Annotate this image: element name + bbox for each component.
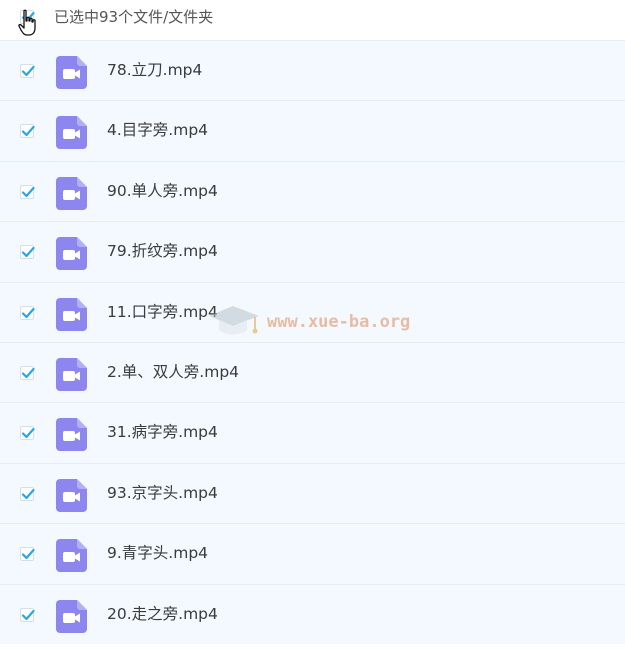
file-row[interactable]: 78.立刀.mp4 (0, 40, 625, 101)
file-row[interactable]: 9.青字头.mp4 (0, 523, 625, 584)
file-checkbox[interactable] (20, 64, 35, 78)
file-checkbox[interactable] (20, 426, 35, 441)
file-checkbox[interactable] (20, 486, 35, 501)
file-row[interactable]: 79.折纹旁.mp4 (0, 221, 625, 282)
file-row[interactable]: 93.京字头.mp4 (0, 462, 625, 524)
file-checkbox[interactable] (20, 184, 35, 199)
file-checkbox[interactable] (20, 365, 35, 380)
checkmark-icon (21, 488, 35, 499)
video-file-icon (56, 176, 87, 210)
checkmark-icon (21, 428, 35, 439)
file-name[interactable]: 20.走之旁.mp4 (107, 603, 218, 625)
file-row[interactable]: 11.口字旁.mp4 (0, 281, 625, 342)
file-name[interactable]: 79.折纹旁.mp4 (107, 240, 218, 262)
video-file-icon (56, 478, 87, 512)
video-file-icon (56, 599, 87, 633)
checkmark-icon (21, 307, 35, 318)
checkmark-icon (21, 126, 35, 137)
checkmark-icon (21, 549, 35, 560)
checkmark-icon (21, 65, 35, 77)
file-row[interactable]: 2.单、双人旁.mp4 (0, 341, 625, 403)
file-checkbox[interactable] (20, 124, 35, 139)
file-checkbox[interactable] (20, 245, 35, 260)
file-name[interactable]: 9.青字头.mp4 (107, 542, 208, 564)
file-name[interactable]: 31.病字旁.mp4 (107, 421, 218, 443)
file-name[interactable]: 78.立刀.mp4 (107, 59, 202, 81)
video-file-icon (56, 297, 87, 331)
checkmark-icon (21, 186, 35, 197)
video-file-icon (56, 237, 87, 271)
file-name[interactable]: 11.口字旁.mp4 (107, 301, 218, 323)
selection-header: 已选中93个文件/文件夹 (0, 0, 625, 40)
file-row[interactable]: 20.走之旁.mp4 (0, 583, 625, 644)
file-name[interactable]: 2.单、双人旁.mp4 (107, 361, 239, 383)
checkmark-icon (21, 367, 35, 379)
file-list: 78.立刀.mp4 4.目字旁.mp4 90.单人旁.mp4 79.折纹旁.mp4 11… (0, 40, 625, 644)
file-checkbox[interactable] (20, 607, 35, 622)
video-file-icon (56, 539, 87, 573)
checkmark-icon (21, 247, 35, 258)
file-name[interactable]: 90.单人旁.mp4 (107, 180, 218, 202)
video-file-icon (56, 116, 87, 150)
hand-cursor-icon (18, 9, 36, 36)
file-checkbox[interactable] (20, 547, 35, 562)
file-checkbox[interactable] (20, 305, 35, 320)
checkmark-icon (21, 609, 35, 620)
file-name[interactable]: 4.目字旁.mp4 (107, 119, 208, 141)
video-file-icon (56, 357, 87, 391)
video-file-icon (56, 56, 87, 89)
file-name[interactable]: 93.京字头.mp4 (107, 482, 218, 504)
file-row[interactable]: 31.病字旁.mp4 (0, 402, 625, 463)
file-row[interactable]: 90.单人旁.mp4 (0, 160, 625, 222)
file-row[interactable]: 4.目字旁.mp4 (0, 100, 625, 161)
video-file-icon (56, 418, 87, 452)
selection-count-text: 已选中93个文件/文件夹 (54, 8, 214, 26)
